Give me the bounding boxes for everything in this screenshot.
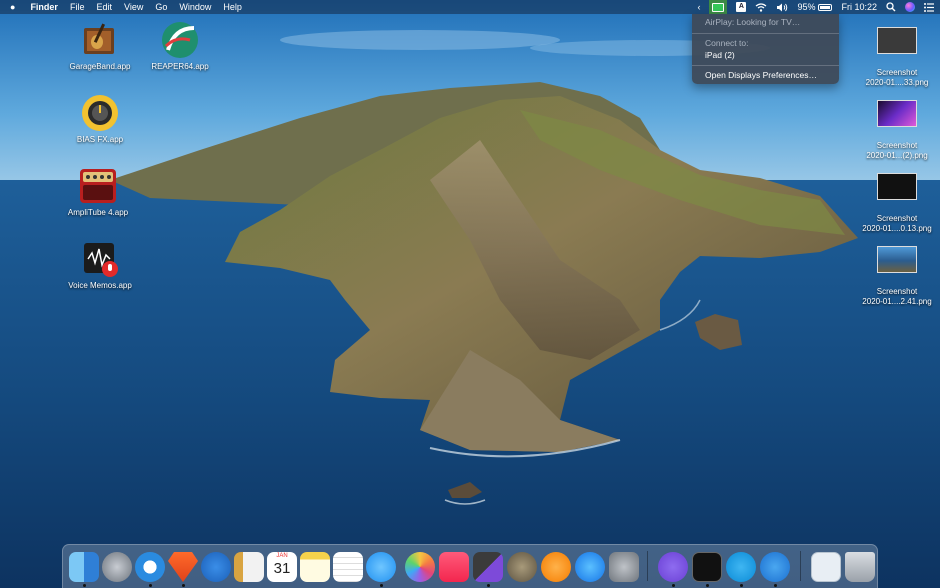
- apple-menu-icon[interactable]: ●: [0, 0, 24, 14]
- dock-divider: [800, 551, 801, 581]
- airplay-status-item[interactable]: [709, 0, 728, 14]
- reaper-icon: [160, 20, 200, 60]
- menu-window[interactable]: Window: [173, 0, 217, 14]
- battery-item[interactable]: 95%: [797, 0, 833, 14]
- direct-mail-icon[interactable]: [201, 552, 231, 582]
- brave-icon[interactable]: [168, 552, 198, 582]
- reminders-icon[interactable]: [333, 552, 363, 582]
- running-indicator: [182, 584, 185, 587]
- desktop-icon-garageband[interactable]: GarageBand.app: [55, 20, 145, 72]
- desktop-icon-voice-memos[interactable]: Voice Memos.app: [55, 239, 145, 291]
- menu-view[interactable]: View: [118, 0, 149, 14]
- dock-divider: [647, 551, 648, 581]
- voice-memos-icon: [80, 239, 120, 279]
- spotlight-search-icon[interactable]: [886, 2, 896, 12]
- clock[interactable]: Fri 10:22: [841, 0, 877, 14]
- skype-icon[interactable]: [726, 552, 756, 582]
- notefile-icon[interactable]: [234, 552, 264, 582]
- calendar-day: 31: [273, 560, 291, 577]
- menu-edit[interactable]: Edit: [90, 0, 118, 14]
- running-indicator: [706, 584, 709, 587]
- running-indicator: [380, 584, 383, 587]
- garageband-icon: [80, 20, 120, 60]
- menu-file[interactable]: File: [64, 0, 91, 14]
- notes-icon[interactable]: [300, 552, 330, 582]
- airplay-dropdown-menu: AirPlay: Looking for TV… Connect to: iPa…: [692, 14, 839, 84]
- airmail-icon[interactable]: [760, 552, 790, 582]
- photos-icon[interactable]: [405, 552, 435, 582]
- screenshot-thumbnail-icon: [877, 173, 917, 200]
- desktop-icon-label: AmpliTube 4.app: [67, 208, 129, 217]
- running-indicator: [774, 584, 777, 587]
- desktop-icon-label: GarageBand.app: [69, 62, 131, 71]
- desktop-file-screenshot[interactable]: Screenshot 2020-01...(2).png: [852, 100, 940, 161]
- desktop-icon-label: BIAS FX.app: [76, 135, 124, 144]
- running-indicator: [740, 584, 743, 587]
- file-name-line1: Screenshot: [876, 68, 918, 77]
- app-store-icon[interactable]: [575, 552, 605, 582]
- desktop-icon-amplitube[interactable]: AmpliTube 4.app: [53, 166, 143, 218]
- dock: JAN 31: [62, 544, 878, 588]
- downloads-stack-icon[interactable]: [811, 552, 841, 582]
- menu-separator: [692, 33, 839, 34]
- desktop-file-screenshot[interactable]: Screenshot 2020-01....33.png: [852, 27, 940, 88]
- calendar-icon[interactable]: JAN 31: [267, 552, 297, 582]
- launchpad-icon[interactable]: [102, 552, 132, 582]
- final-cut-pro-icon[interactable]: [473, 552, 503, 582]
- menu-item-open-displays-preferences[interactable]: Open Displays Preferences…: [705, 70, 817, 80]
- screenshot-thumbnail-icon: [877, 246, 917, 273]
- volume-icon[interactable]: [776, 3, 788, 12]
- connect-to-heading: Connect to:: [705, 38, 749, 48]
- desktop-file-screenshot[interactable]: Screenshot 2020-01....0.13.png: [852, 173, 940, 234]
- safari-icon[interactable]: [135, 552, 165, 582]
- desktop-icon-label: REAPER64.app: [151, 62, 209, 71]
- running-indicator: [83, 584, 86, 587]
- running-indicator: [672, 584, 675, 587]
- desktop-file-screenshot[interactable]: Screenshot 2020-01....2.41.png: [852, 246, 940, 307]
- system-preferences-icon[interactable]: [609, 552, 639, 582]
- trash-icon[interactable]: [845, 552, 875, 582]
- messages-icon[interactable]: [366, 552, 396, 582]
- music-icon[interactable]: [439, 552, 469, 582]
- menu-help[interactable]: Help: [217, 0, 248, 14]
- siri-icon[interactable]: [905, 2, 915, 12]
- airplay-status-text: AirPlay: Looking for TV…: [705, 17, 801, 27]
- file-name-line1: Screenshot: [876, 214, 918, 223]
- menu-go[interactable]: Go: [149, 0, 173, 14]
- chevron-left-icon[interactable]: ‹: [697, 0, 700, 14]
- file-name-line2: 2020-01....0.13.png: [862, 224, 932, 233]
- file-name-line1: Screenshot: [876, 287, 918, 296]
- app-menu-finder[interactable]: Finder: [24, 0, 64, 14]
- file-name-line2: 2020-01...(2).png: [866, 151, 928, 160]
- running-indicator: [149, 584, 152, 587]
- calendar-month: JAN: [276, 553, 288, 559]
- desktop-wallpaper: [0, 0, 940, 588]
- wifi-icon[interactable]: [755, 2, 767, 12]
- viber-icon[interactable]: [658, 552, 688, 582]
- input-source-item[interactable]: A: [736, 2, 747, 12]
- activity-monitor-icon[interactable]: [692, 552, 722, 582]
- notification-center-icon[interactable]: [924, 2, 934, 12]
- books-icon[interactable]: [541, 552, 571, 582]
- file-name-line1: Screenshot: [876, 141, 918, 150]
- input-source-icon: A: [736, 2, 747, 12]
- file-name-line2: 2020-01....33.png: [865, 78, 929, 87]
- running-indicator: [487, 584, 490, 587]
- menu-item-ipad[interactable]: iPad (2): [705, 50, 735, 60]
- screenshot-thumbnail-icon: [877, 100, 917, 127]
- desktop-icon-label: Voice Memos.app: [68, 281, 132, 290]
- menu-separator: [692, 65, 839, 66]
- battery-icon: [818, 3, 833, 11]
- battery-percent: 95%: [797, 2, 816, 12]
- gimp-icon[interactable]: [507, 552, 537, 582]
- menu-bar: ● Finder File Edit View Go Window Help ‹…: [0, 0, 940, 14]
- finder-icon[interactable]: [69, 552, 99, 582]
- desktop-icon-bias-fx[interactable]: BIAS FX.app: [55, 93, 145, 145]
- amplitube-icon: [78, 166, 118, 206]
- screenshot-thumbnail-icon: [877, 27, 917, 54]
- airplay-icon: [712, 2, 725, 12]
- bias-fx-icon: [80, 93, 120, 133]
- desktop-icon-reaper[interactable]: REAPER64.app: [135, 20, 225, 72]
- file-name-line2: 2020-01....2.41.png: [862, 297, 932, 306]
